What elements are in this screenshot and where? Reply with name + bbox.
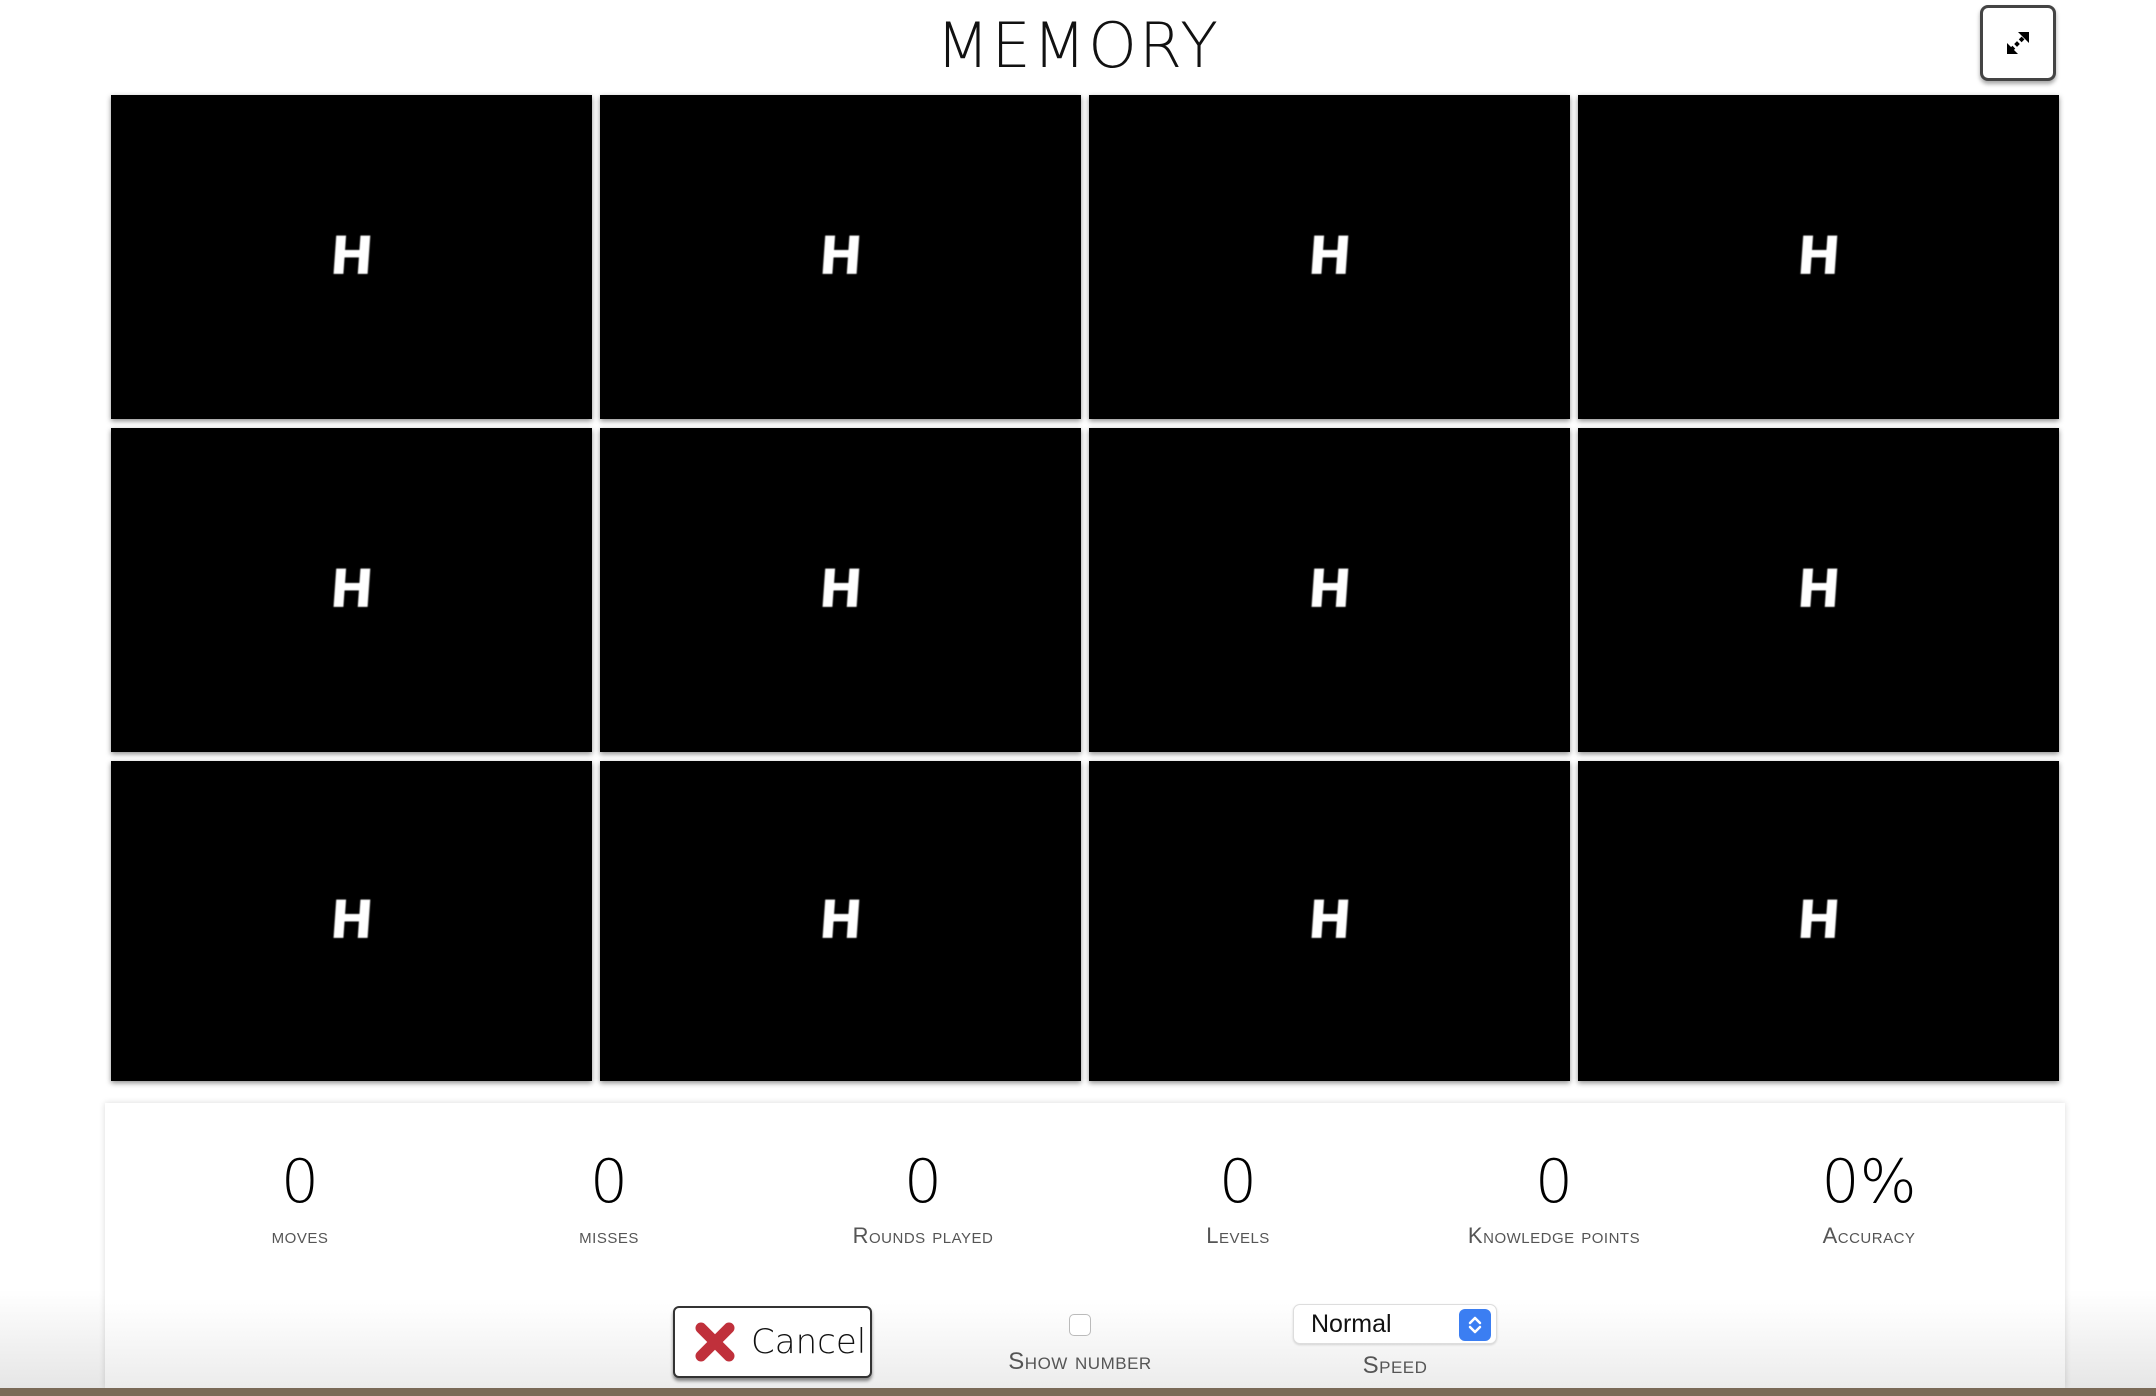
stat-value: 0 — [280, 1147, 320, 1217]
speed-select[interactable]: Normal — [1293, 1304, 1497, 1344]
memory-card[interactable]: H — [111, 95, 592, 419]
stat-value: 0% — [1821, 1147, 1917, 1217]
card-grid: H H H H H H H H H H H H — [111, 95, 2059, 1081]
cancel-label: Cancel — [751, 1322, 867, 1362]
stat-moves: 0 moves — [120, 1147, 480, 1249]
memory-card[interactable]: H — [1089, 428, 1570, 752]
stat-value: 0 — [589, 1147, 629, 1217]
show-number-label: Show number — [1008, 1348, 1152, 1375]
memory-card[interactable]: H — [600, 761, 1081, 1081]
stat-value: 0 — [903, 1147, 943, 1217]
card-back-glyph: H — [816, 227, 865, 287]
expand-arrows-icon — [2007, 32, 2029, 54]
card-back-glyph: H — [1305, 560, 1354, 620]
stat-accuracy: 0% Accuracy — [1689, 1147, 2049, 1249]
select-updown-chevron-icon — [1459, 1309, 1491, 1341]
stat-levels: 0 Levels — [1058, 1147, 1418, 1249]
page-title: MEMORY — [936, 9, 1220, 82]
memory-card[interactable]: H — [1089, 95, 1570, 419]
cancel-button[interactable]: Cancel — [673, 1306, 872, 1378]
card-back-glyph: H — [816, 560, 865, 620]
card-back-glyph: H — [816, 891, 865, 951]
stat-misses: 0 misses — [429, 1147, 789, 1249]
stat-rounds-played: 0 Rounds played — [743, 1147, 1103, 1249]
stat-label: Rounds played — [852, 1223, 994, 1248]
memory-card[interactable]: H — [1578, 95, 2059, 419]
memory-card[interactable]: H — [600, 95, 1081, 419]
fullscreen-button[interactable] — [1980, 5, 2056, 81]
card-back-glyph: H — [1794, 227, 1843, 287]
memory-card[interactable]: H — [600, 428, 1081, 752]
stat-label: Accuracy — [1822, 1223, 1916, 1248]
red-x-icon — [695, 1322, 735, 1362]
stat-value: 0 — [1534, 1147, 1574, 1217]
stat-label: misses — [579, 1223, 639, 1248]
stat-label: Knowledge points — [1467, 1223, 1641, 1248]
speed-select-value: Normal — [1311, 1310, 1392, 1338]
card-back-glyph: H — [1794, 891, 1843, 951]
bottom-border — [0, 1388, 2156, 1396]
card-back-glyph: H — [1305, 891, 1354, 951]
speed-control: Normal Speed — [1293, 1304, 1497, 1380]
stat-knowledge-points: 0 Knowledge points — [1374, 1147, 1734, 1249]
memory-card[interactable]: H — [1578, 428, 2059, 752]
memory-game-page: MEMORY H H H H H H H H H H H H 0 moves 0… — [0, 0, 2156, 1396]
stat-label: Levels — [1206, 1223, 1270, 1248]
show-number-control: Show number — [1000, 1314, 1160, 1376]
card-back-glyph: H — [327, 227, 376, 287]
speed-label: Speed — [1362, 1352, 1428, 1379]
stat-value: 0 — [1218, 1147, 1258, 1217]
card-back-glyph: H — [327, 560, 376, 620]
memory-card[interactable]: H — [1578, 761, 2059, 1081]
card-back-glyph: H — [327, 891, 376, 951]
show-number-checkbox[interactable] — [1069, 1314, 1091, 1336]
card-back-glyph: H — [1305, 227, 1354, 287]
stat-label: moves — [271, 1223, 329, 1248]
memory-card[interactable]: H — [111, 428, 592, 752]
memory-card[interactable]: H — [111, 761, 592, 1081]
card-back-glyph: H — [1794, 560, 1843, 620]
memory-card[interactable]: H — [1089, 761, 1570, 1081]
